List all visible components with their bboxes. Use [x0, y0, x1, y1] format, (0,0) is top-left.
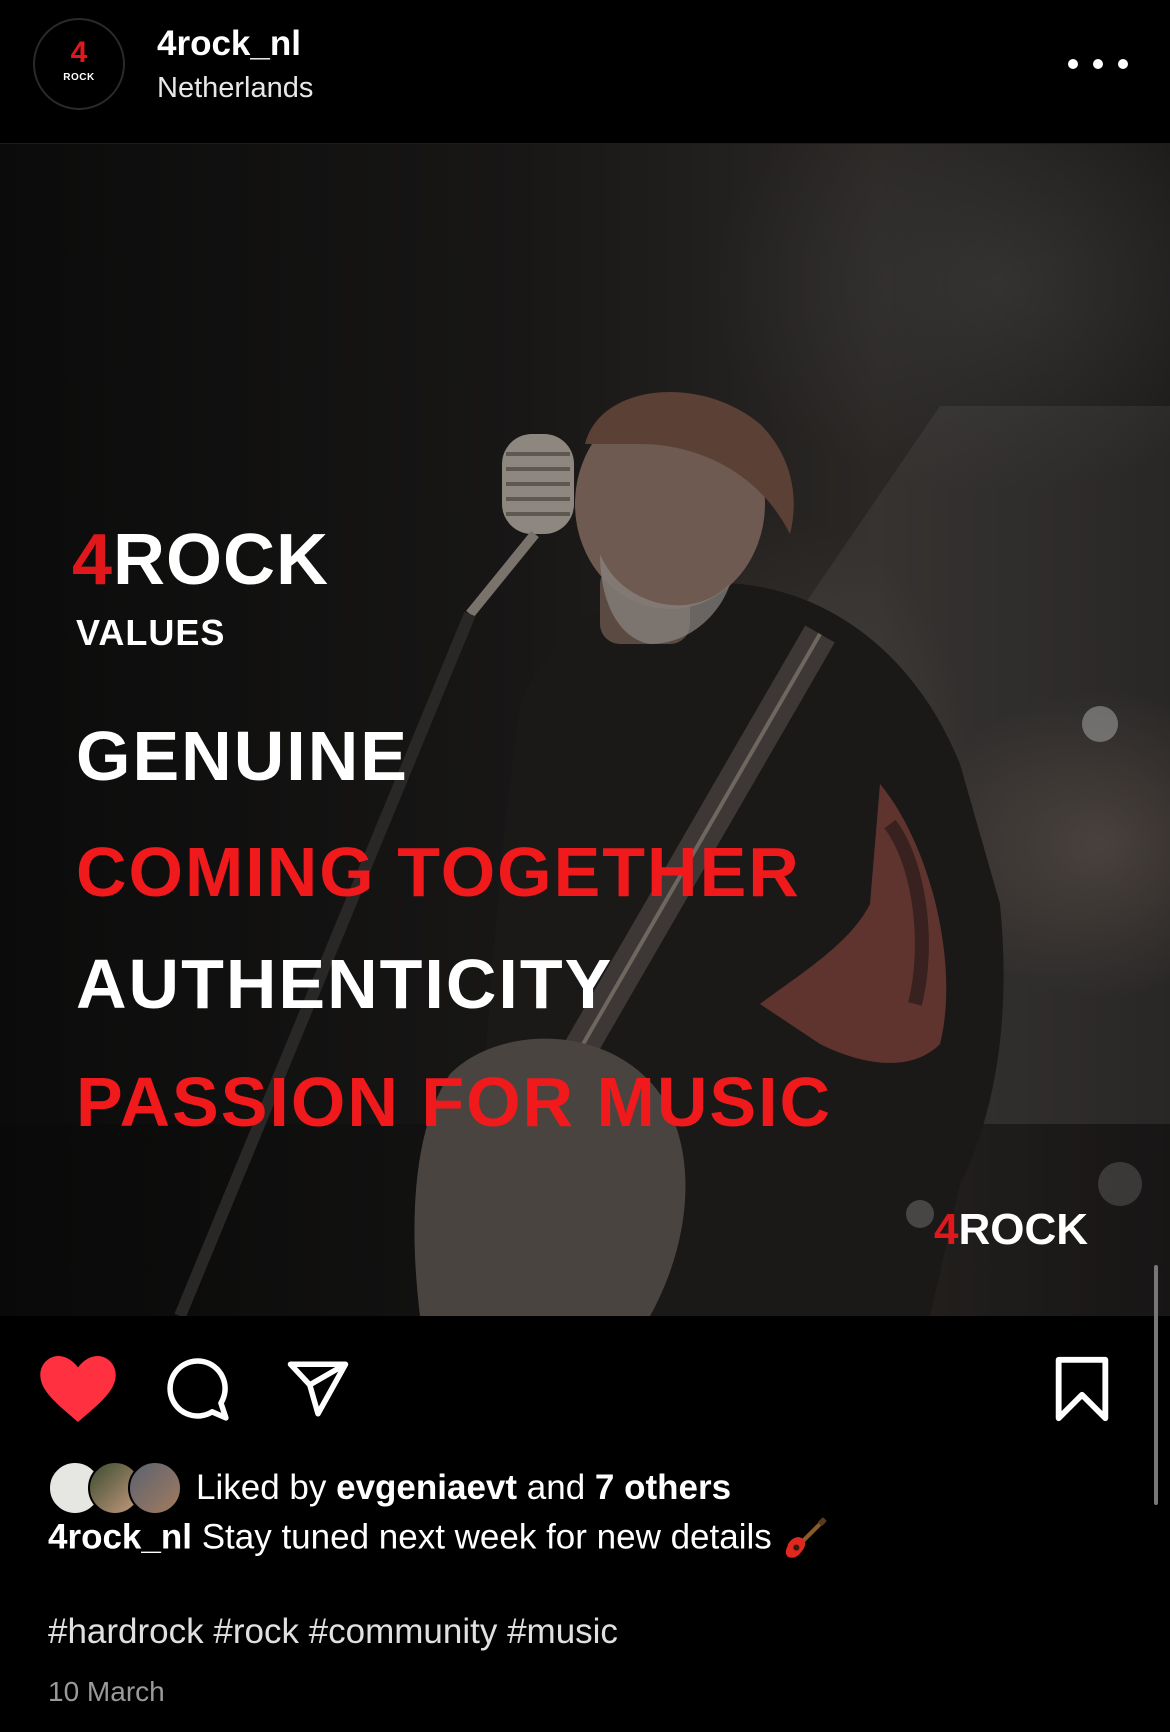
values-subtitle: VALUES [76, 612, 226, 653]
hashtags[interactable]: #hardrock #rock #community #music [48, 1612, 618, 1652]
liker-username[interactable]: evgeniaevt [336, 1468, 517, 1507]
and-label: and [526, 1468, 586, 1507]
post-date: 10 March [48, 1676, 165, 1707]
action-bar [0, 1320, 1170, 1450]
location-link[interactable]: Netherlands [157, 72, 313, 105]
profile-avatar[interactable]: 4 ROCK [33, 18, 125, 110]
avatar-number: 4 [70, 36, 88, 69]
comment-icon[interactable] [162, 1356, 232, 1422]
caption-author[interactable]: 4rock_nl [48, 1517, 192, 1556]
post-header: 4 ROCK 4rock_nl Netherlands [0, 0, 1170, 144]
likes-summary[interactable]: Liked by evgeniaevt and 7 others [48, 1461, 731, 1515]
brand-logo: 4ROCK [72, 520, 330, 600]
username-link[interactable]: 4rock_nl [157, 24, 301, 64]
caption-text: Stay tuned next week for new details [201, 1517, 772, 1557]
liker-avatar [128, 1461, 182, 1515]
more-options-icon[interactable] [1068, 44, 1128, 84]
value-authenticity: AUTHENTICITY [76, 945, 614, 1023]
post-image[interactable]: 4ROCK VALUES GENUINE COMING TOGETHER AUT… [0, 144, 1170, 1316]
bookmark-icon[interactable] [1052, 1354, 1112, 1424]
value-passion-for-music: PASSION FOR MUSIC [76, 1063, 833, 1141]
liked-by-label: Liked by [196, 1468, 327, 1507]
guitar-icon [785, 1517, 826, 1558]
avatar-word: ROCK [63, 72, 95, 83]
others-link[interactable]: 7 others [595, 1468, 731, 1507]
value-coming-together: COMING TOGETHER [76, 833, 801, 911]
corner-brand-logo: 4ROCK [934, 1205, 1089, 1254]
post-caption: 4rock_nl Stay tuned next week for new de… [48, 1516, 828, 1562]
value-genuine: GENUINE [76, 717, 409, 795]
likes-text: Liked by evgeniaevt and 7 others [196, 1468, 731, 1508]
send-icon[interactable] [282, 1356, 354, 1422]
heart-icon[interactable] [40, 1356, 116, 1422]
